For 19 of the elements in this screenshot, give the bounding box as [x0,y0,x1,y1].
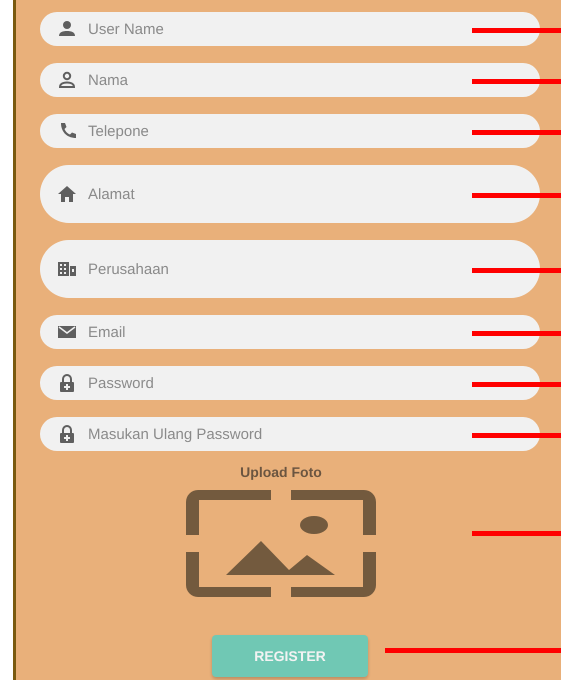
input-field[interactable]: Email [40,315,540,349]
input-field[interactable]: Alamat [40,165,540,223]
input-field[interactable]: Password [40,366,540,400]
person-icon [58,20,76,38]
input-field[interactable]: Perusahaan [40,240,540,298]
image-upload-icon[interactable] [186,490,376,597]
phone-icon [58,122,76,140]
register-button[interactable]: REGISTER [212,635,368,677]
building-icon [58,260,76,278]
input-field[interactable]: Telepone [40,114,540,148]
person-outline-icon [58,71,76,89]
lock-icon [58,374,76,392]
home-icon [58,185,76,203]
envelope-icon [58,323,76,341]
input-field[interactable]: Nama [40,63,540,97]
input-field[interactable]: User Name [40,12,540,46]
input-field[interactable]: Masukan Ulang Password [40,417,540,451]
upload-label: Upload Foto [240,464,322,480]
lock-icon [58,425,76,443]
